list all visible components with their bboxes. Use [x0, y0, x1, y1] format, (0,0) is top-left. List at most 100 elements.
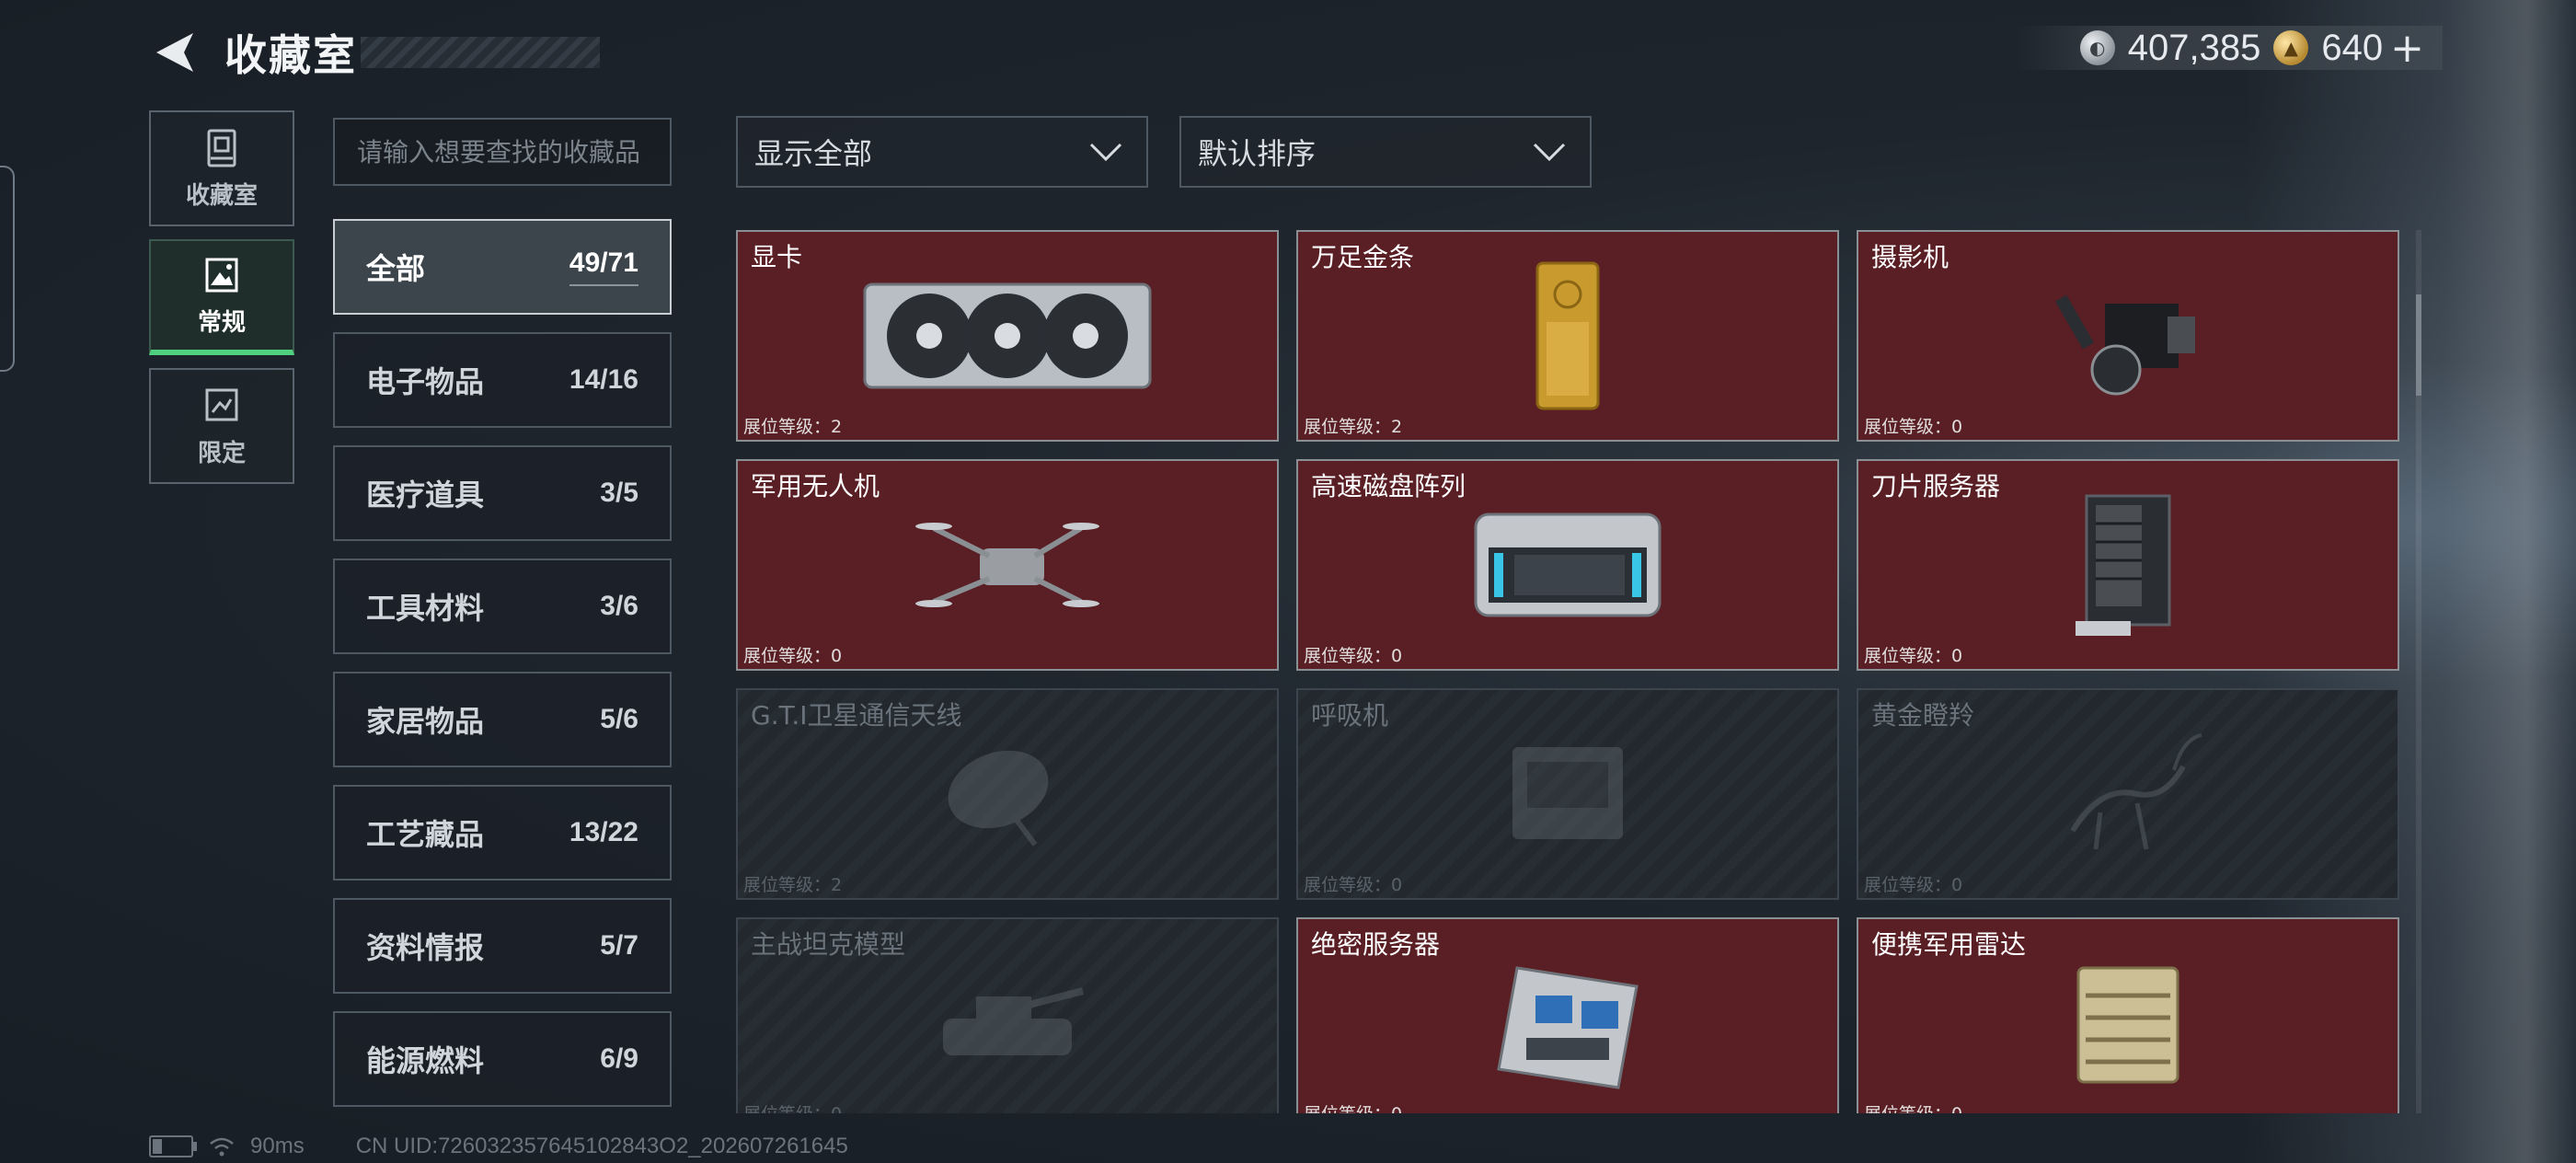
page-title: 收藏室	[224, 30, 357, 80]
item-name: 便携军用雷达	[1871, 929, 2027, 960]
dropdown-value: 显示全部	[754, 136, 873, 171]
display-level: 展位等级：0	[1304, 875, 1403, 895]
status-bar: 90ms CN UID:726032357645102843O2_2026072…	[149, 1130, 848, 1163]
category-name: 医疗道具	[366, 478, 485, 512]
collection-card[interactable]: 呼吸机 展位等级：0	[1296, 688, 1839, 900]
category-count: 49/71	[569, 248, 638, 286]
nav-collection-room[interactable]: 收藏室	[149, 110, 294, 226]
ping-value: 90ms	[250, 1134, 305, 1158]
camera-icon	[2054, 294, 2195, 396]
search-input[interactable]	[333, 118, 672, 186]
display-level: 展位等级：0	[743, 1100, 842, 1113]
collection-card[interactable]: 显卡 展位等级：2	[736, 230, 1279, 442]
display-level: 展位等级：0	[1864, 875, 1963, 895]
display-level: 展位等级：0	[1864, 417, 1963, 437]
category-name: 全部	[366, 251, 426, 286]
category-count: 5/6	[600, 704, 638, 734]
item-name: 主战坦克模型	[751, 929, 906, 960]
regular-icon	[205, 258, 238, 292]
ventilator-icon	[1512, 747, 1623, 839]
item-name: 呼吸机	[1311, 700, 1389, 731]
collection-card[interactable]: 主战坦克模型 展位等级：0	[736, 917, 1279, 1113]
collection-card[interactable]: 军用无人机 展位等级：0	[736, 459, 1279, 671]
back-button[interactable]	[147, 25, 202, 80]
disk-array-icon	[1474, 512, 1662, 617]
category-count: 6/9	[600, 1043, 638, 1074]
grid-scrollbar[interactable]	[2416, 230, 2421, 1113]
item-name: G.T.I卫星通信天线	[751, 700, 962, 731]
collection-card[interactable]: 刀片服务器 展位等级：0	[1857, 459, 2399, 671]
radar-icon	[2076, 966, 2179, 1084]
tank-model-icon	[943, 987, 1084, 1055]
title-decoration	[361, 37, 600, 68]
header: 收藏室	[147, 20, 600, 85]
item-name: 军用无人机	[751, 471, 880, 501]
collection-card[interactable]: 高速磁盘阵列 展位等级：0	[1296, 459, 1839, 671]
collection-card[interactable]: 绝密服务器 展位等级：0	[1296, 917, 1839, 1113]
category-electronics[interactable]: 电子物品 14/16	[333, 332, 672, 428]
collection-card[interactable]: G.T.I卫星通信天线 展位等级：2	[736, 688, 1279, 900]
nav-limited[interactable]: 限定	[149, 368, 294, 484]
category-name: 工具材料	[366, 591, 485, 626]
uid-text: CN UID:726032357645102843O2_202607261645	[355, 1134, 848, 1158]
display-level: 展位等级：2	[1304, 417, 1403, 437]
category-medical[interactable]: 医疗道具 3/5	[333, 445, 672, 541]
collection-card[interactable]: 万足金条 展位等级：2	[1296, 230, 1839, 442]
gold-bar-icon	[1535, 261, 1600, 410]
collection-card[interactable]: 便携军用雷达 展位等级：0	[1857, 917, 2399, 1113]
collection-card[interactable]: 黄金瞪羚 展位等级：0	[1857, 688, 2399, 900]
collection-room-icon	[207, 129, 236, 167]
nav-regular[interactable]: 常规	[149, 239, 294, 355]
category-name: 电子物品	[366, 364, 485, 399]
category-count: 13/22	[569, 817, 638, 847]
category-count: 3/6	[600, 591, 638, 621]
scrollbar-thumb[interactable]	[2416, 294, 2421, 396]
silver-balance: 407,385	[2127, 27, 2261, 68]
category-household[interactable]: 家居物品 5/6	[333, 672, 672, 767]
left-nav: 收藏室 常规 限定	[149, 110, 294, 497]
category-name: 资料情报	[366, 930, 485, 965]
display-level: 展位等级：0	[1304, 646, 1403, 666]
gold-balance: 640	[2321, 27, 2384, 68]
item-name: 黄金瞪羚	[1871, 700, 1975, 731]
nav-label: 常规	[197, 308, 246, 337]
collection-grid: 显卡 展位等级：2 万足金条 展位等级：2 摄影机 展位等级：0 军用无人机 展…	[736, 230, 2401, 1113]
item-name: 万足金条	[1311, 242, 1415, 272]
category-tools[interactable]: 工具材料 3/6	[333, 558, 672, 654]
gazelle-icon	[2070, 733, 2202, 850]
back-arrow-icon	[156, 33, 193, 72]
category-crafts[interactable]: 工艺藏品 13/22	[333, 785, 672, 881]
category-intel[interactable]: 资料情报 5/7	[333, 898, 672, 994]
category-energy[interactable]: 能源燃料 6/9	[333, 1011, 672, 1107]
category-count: 3/5	[600, 478, 638, 508]
item-name: 显卡	[751, 242, 803, 272]
sort-dropdown[interactable]: 默认排序	[1179, 116, 1592, 188]
category-count: 5/7	[600, 930, 638, 961]
category-all[interactable]: 全部 49/71	[333, 219, 672, 315]
dropdown-value: 默认排序	[1198, 136, 1317, 171]
display-level: 展位等级：0	[1864, 1100, 1962, 1113]
item-name: 刀片服务器	[1871, 471, 2001, 501]
blade-server-icon	[2076, 494, 2171, 636]
display-level: 展位等级：0	[743, 646, 843, 666]
add-currency-button[interactable]: +	[2390, 25, 2424, 72]
chevron-down-icon	[1089, 143, 1122, 162]
display-level: 展位等级：0	[1864, 646, 1963, 666]
item-name: 绝密服务器	[1311, 929, 1441, 960]
battery-icon	[149, 1135, 197, 1157]
satellite-dish-icon	[948, 750, 1049, 846]
display-level: 展位等级：2	[743, 875, 843, 895]
nav-label: 限定	[197, 439, 246, 467]
display-level: 展位等级：2	[743, 417, 843, 437]
category-count: 14/16	[569, 364, 638, 395]
gold-coin-icon: ▲	[2273, 30, 2309, 65]
side-drawer-handle[interactable]	[0, 166, 15, 372]
category-name: 能源燃料	[366, 1043, 485, 1078]
currency-bar: ◐ 407,385 ▲ 640 +	[2015, 25, 2443, 72]
category-list: 全部 49/71 电子物品 14/16 医疗道具 3/5 工具材料 3/6 家居…	[333, 219, 672, 1124]
limited-icon	[205, 388, 238, 420]
drone-icon	[915, 523, 1099, 607]
display-level: 展位等级：0	[1304, 1100, 1402, 1113]
collection-card[interactable]: 摄影机 展位等级：0	[1857, 230, 2399, 442]
display-filter-dropdown[interactable]: 显示全部	[736, 116, 1148, 188]
